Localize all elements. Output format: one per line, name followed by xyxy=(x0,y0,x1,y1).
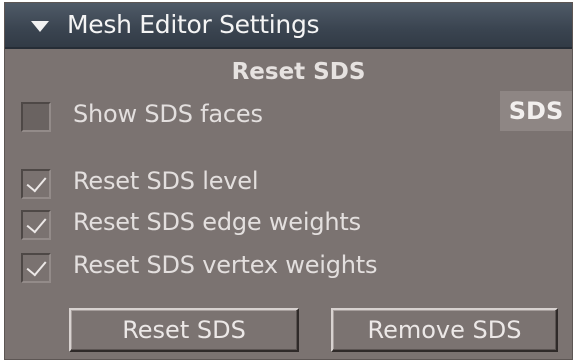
checkbox[interactable] xyxy=(21,169,51,199)
mesh-editor-settings-panel: Mesh Editor Settings Reset SDS SDS Show … xyxy=(4,2,573,360)
section-title: Reset SDS xyxy=(231,59,366,85)
sds-tag: SDS xyxy=(500,91,572,131)
checkbox[interactable] xyxy=(21,253,51,283)
option-label: Reset SDS level xyxy=(73,167,259,195)
checkmark-icon xyxy=(26,255,47,277)
reset-sds-button[interactable]: Reset SDS xyxy=(69,308,299,352)
option-label: Reset SDS vertex weights xyxy=(73,251,378,279)
checkbox[interactable] xyxy=(21,102,51,132)
checkmark-icon xyxy=(26,171,47,193)
triangle-down-icon[interactable] xyxy=(31,21,49,32)
option-label: Reset SDS edge weights xyxy=(73,208,361,236)
checkmark-icon xyxy=(26,212,47,234)
checkbox[interactable] xyxy=(21,210,51,240)
panel-title: Mesh Editor Settings xyxy=(67,10,320,39)
option-label: Show SDS faces xyxy=(73,100,263,128)
panel-header[interactable]: Mesh Editor Settings xyxy=(5,3,572,49)
remove-sds-button[interactable]: Remove SDS xyxy=(331,308,558,352)
